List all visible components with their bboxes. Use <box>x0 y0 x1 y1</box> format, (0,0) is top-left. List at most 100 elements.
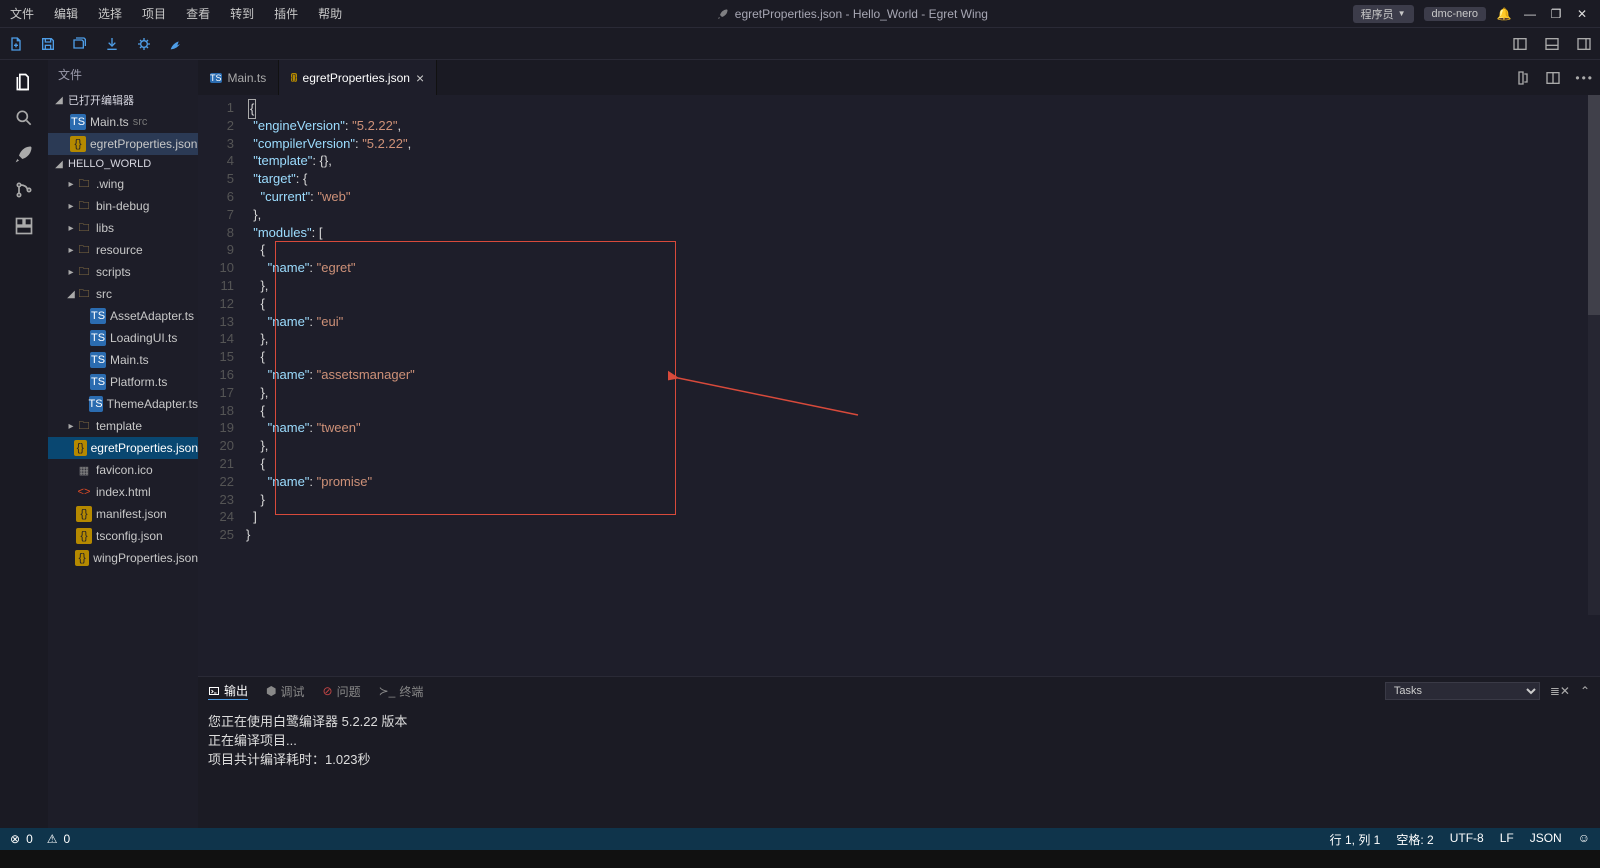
item-label: libs <box>96 221 114 235</box>
role-dropdown[interactable]: 程序员▼ <box>1353 5 1414 23</box>
editor-group: TSMain.ts{}egretProperties.json× ••• 123… <box>198 60 1600 828</box>
status-feedback-icon[interactable]: ☺ <box>1578 831 1590 848</box>
file-name: egretProperties.json <box>90 137 197 151</box>
file-item[interactable]: {} egretProperties.json <box>48 437 198 459</box>
git-activity[interactable] <box>0 172 48 208</box>
layout-bottom-button[interactable] <box>1536 28 1568 60</box>
menu-编辑[interactable]: 编辑 <box>44 5 88 22</box>
project-root[interactable]: ◢HELLO_WORLD <box>48 155 198 173</box>
output-line: 您正在使用白鹭编译器 5.2.22 版本 <box>208 711 1590 730</box>
folder-item[interactable]: ▸🗀template <box>48 415 198 437</box>
ts-file-icon: TS <box>90 308 106 324</box>
file-item[interactable]: ▦favicon.ico <box>48 459 198 481</box>
vertical-scrollbar[interactable] <box>1588 95 1600 615</box>
file-item[interactable]: {} manifest.json <box>48 503 198 525</box>
folder-item[interactable]: ▸🗀resource <box>48 239 198 261</box>
minimize-icon[interactable]: — <box>1522 6 1538 22</box>
menu-查看[interactable]: 查看 <box>176 5 220 22</box>
maximize-icon[interactable]: ❐ <box>1548 6 1564 22</box>
menu-插件[interactable]: 插件 <box>264 5 308 22</box>
panel-tab-output[interactable]: 输出 <box>208 682 248 700</box>
new-file-button[interactable] <box>0 28 32 60</box>
folder-item[interactable]: ▸🗀libs <box>48 217 198 239</box>
open-editor-item[interactable]: {}egretProperties.json <box>48 133 198 155</box>
status-warnings[interactable]: ⚠0 <box>47 832 70 846</box>
open-editors-section[interactable]: ◢已打开编辑器 <box>48 89 198 111</box>
file-item[interactable]: {}tsconfig.json <box>48 525 198 547</box>
folder-icon: 🗀 <box>76 418 92 434</box>
save-all-button[interactable] <box>64 28 96 60</box>
file-item[interactable]: TSAssetAdapter.ts <box>48 305 198 327</box>
item-label: LoadingUI.ts <box>110 331 177 345</box>
compare-files-icon[interactable] <box>1515 70 1531 86</box>
file-item[interactable]: TSLoadingUI.ts <box>48 327 198 349</box>
more-icon[interactable]: ••• <box>1575 71 1594 85</box>
item-label: template <box>96 419 142 433</box>
layout-left-button[interactable] <box>1504 28 1536 60</box>
debug-button[interactable] <box>128 28 160 60</box>
item-label: src <box>96 287 112 301</box>
file-item[interactable]: {}wingProperties.json <box>48 547 198 569</box>
item-label: egretProperties.json <box>91 441 198 455</box>
bell-icon[interactable]: 🔔 <box>1496 6 1512 22</box>
layout-activity[interactable] <box>0 208 48 244</box>
menu-选择[interactable]: 选择 <box>88 5 132 22</box>
json-file-icon: {} <box>76 506 92 522</box>
user-pill[interactable]: dmc-nero <box>1424 7 1486 21</box>
tab-label: egretProperties.json <box>303 71 410 85</box>
folder-item[interactable]: ▸🗀.wing <box>48 173 198 195</box>
open-editor-item[interactable]: TSMain.tssrc <box>48 111 198 133</box>
build-button[interactable] <box>96 28 128 60</box>
tab-close-icon[interactable]: × <box>416 70 424 86</box>
file-item[interactable]: TSPlatform.ts <box>48 371 198 393</box>
run-button[interactable] <box>160 28 192 60</box>
status-errors[interactable]: ⊗0 <box>10 832 33 846</box>
panel-tab-problems[interactable]: ⊘问题 <box>323 683 361 700</box>
file-item[interactable]: <>index.html <box>48 481 198 503</box>
explorer-activity[interactable] <box>0 64 48 100</box>
caret-icon: ▸ <box>66 179 76 190</box>
json-file-icon: {} <box>74 440 87 456</box>
layout-right-button[interactable] <box>1568 28 1600 60</box>
panel-tab-terminal[interactable]: ≻_终端 <box>379 683 424 700</box>
html-file-icon: <> <box>76 484 92 500</box>
ts-file-icon: TS <box>90 374 106 390</box>
toolbar <box>0 28 1600 60</box>
menu-项目[interactable]: 项目 <box>132 5 176 22</box>
panel-task-select[interactable]: Tasks <box>1385 682 1540 700</box>
item-label: scripts <box>96 265 131 279</box>
editor-tab[interactable]: {}egretProperties.json× <box>279 60 437 95</box>
folder-item[interactable]: ◢🗀src <box>48 283 198 305</box>
status-spaces[interactable]: 空格: 2 <box>1396 831 1433 848</box>
output-line: 正在编译项目... <box>208 730 1590 749</box>
file-item[interactable]: TSThemeAdapter.ts <box>48 393 198 415</box>
code-editor[interactable]: 1234567891011121314151617181920212223242… <box>198 95 1600 676</box>
feather-activity[interactable] <box>0 136 48 172</box>
save-button[interactable] <box>32 28 64 60</box>
item-label: manifest.json <box>96 507 167 521</box>
clear-output-icon[interactable]: ≣✕ <box>1550 684 1570 698</box>
ts-file-icon: TS <box>89 396 103 412</box>
file-item[interactable]: TSMain.ts <box>48 349 198 371</box>
editor-tab[interactable]: TSMain.ts <box>198 60 279 95</box>
panel-toggle-icon[interactable]: ⌃ <box>1580 684 1590 698</box>
menu-帮助[interactable]: 帮助 <box>308 5 352 22</box>
item-label: wingProperties.json <box>93 551 198 565</box>
menu-转到[interactable]: 转到 <box>220 5 264 22</box>
output-body[interactable]: 您正在使用白鹭编译器 5.2.22 版本正在编译项目...项目共计编译耗时：1.… <box>198 705 1600 828</box>
search-activity[interactable] <box>0 100 48 136</box>
menubar: 文件编辑选择项目查看转到插件帮助 egretProperties.json - … <box>0 0 1600 28</box>
close-icon[interactable]: ✕ <box>1574 6 1590 22</box>
bottom-panel: 输出 ⬢调试 ⊘问题 ≻_终端 Tasks ≣✕ ⌃ 您正在使用白鹭编译器 5.… <box>198 676 1600 828</box>
split-editor-icon[interactable] <box>1545 70 1561 86</box>
status-lang[interactable]: JSON <box>1530 831 1562 848</box>
status-encoding[interactable]: UTF-8 <box>1450 831 1484 848</box>
menu-文件[interactable]: 文件 <box>0 5 44 22</box>
ts-file-icon: TS <box>90 352 106 368</box>
panel-tab-debug[interactable]: ⬢调试 <box>266 683 305 700</box>
caret-icon: ◢ <box>66 289 76 300</box>
status-eol[interactable]: LF <box>1500 831 1514 848</box>
folder-item[interactable]: ▸🗀scripts <box>48 261 198 283</box>
folder-item[interactable]: ▸🗀bin-debug <box>48 195 198 217</box>
status-ln-col[interactable]: 行 1, 列 1 <box>1330 831 1381 848</box>
